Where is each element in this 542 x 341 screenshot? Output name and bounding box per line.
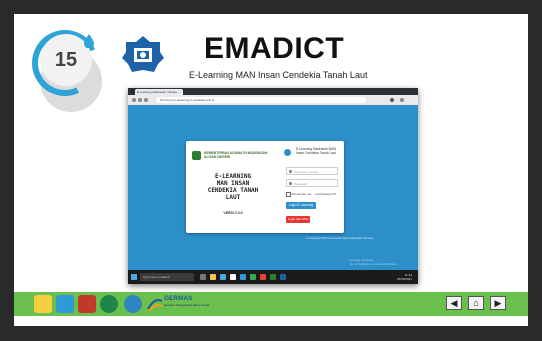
app-icon[interactable] (260, 274, 266, 280)
elearning-line: E-LEARNING (214, 173, 252, 180)
login-card: KEMENTERIAN AGAMA RI MADRASAH ALIYAH NEG… (186, 141, 344, 233)
username-field[interactable]: Username / email (286, 167, 338, 175)
activate-windows-watermark: Activate Windows Go to Settings to activ… (350, 258, 410, 266)
excel-icon[interactable] (270, 274, 276, 280)
next-slide-button[interactable]: ▶ (490, 296, 506, 310)
windows-start-icon[interactable] (131, 274, 137, 280)
forward-icon[interactable] (138, 98, 142, 102)
chrome-icon[interactable] (250, 274, 256, 280)
file-explorer-icon[interactable] (210, 274, 216, 280)
word-icon[interactable] (280, 274, 286, 280)
login-button[interactable]: Login E-Learning (286, 202, 316, 209)
germas-logo-icon (147, 299, 163, 312)
germas-subtitle: Gerakan Masyarakat Hidup Sehat (164, 303, 210, 307)
user-icon (289, 170, 292, 173)
bottom-logo-strip: GERMAS Gerakan Masyarakat Hidup Sehat ◀ … (14, 292, 528, 316)
elearning-line: CENDEKIA TANAH (207, 187, 259, 194)
ministry-text: KEMENTERIAN AGAMA RI MADRASAH ALIYAH NEG… (204, 151, 268, 159)
prev-arrow-icon: ◀ (450, 297, 458, 308)
prev-slide-button[interactable]: ◀ (446, 296, 462, 310)
login-header-text: E-Learning Madrasah MAN Insan Cendekia T… (295, 147, 337, 155)
login-card-brand: KEMENTERIAN AGAMA RI MADRASAH ALIYAH NEG… (186, 141, 278, 233)
login-form: E-Learning Madrasah MAN Insan Cendekia T… (284, 145, 342, 231)
username-placeholder: Username / email (294, 170, 318, 174)
browser-address-bar: Not secure | elearning.ic-tanahlaut.sch.… (128, 95, 418, 105)
slide-number: 15 (54, 48, 78, 71)
slide: 15 EMADICT E-Learning MAN Insan Cendekia… (14, 14, 528, 326)
taskbar-search[interactable]: Type here to search (140, 273, 194, 281)
madrasah-logo-icon (284, 149, 291, 156)
provincial-logo-icon (56, 295, 74, 313)
lock-icon (289, 182, 292, 185)
remember-checkbox[interactable] (286, 192, 291, 197)
system-clock[interactable]: 11:24 06/08/2021 (397, 273, 412, 281)
browser-screenshot: E-Learning Madrasah | Websi... Not secur… (128, 88, 418, 284)
sso-login-button[interactable]: Login dari SSO (286, 216, 310, 223)
home-button[interactable]: ⌂ (468, 296, 484, 310)
water-drop-icon (84, 34, 94, 48)
copyright-text: © Copyright 2020 Kementerian Agama Repub… (306, 237, 374, 240)
clock-date: 06/08/2021 (396, 277, 412, 281)
elearning-line: MAN INSAN (216, 180, 250, 187)
version-label: VERSI 2.0.0 (223, 211, 243, 215)
ministry-header: KEMENTERIAN AGAMA RI MADRASAH ALIYAH NEG… (192, 151, 274, 161)
profile-icon[interactable] (390, 98, 394, 102)
menu-icon[interactable] (400, 98, 404, 102)
home-icon: ⌂ (473, 298, 479, 308)
task-view-icon[interactable] (200, 274, 206, 280)
password-placeholder: Password (294, 182, 308, 186)
back-icon[interactable] (132, 98, 136, 102)
education-logo-icon (124, 295, 142, 313)
kemenag-logo-icon (100, 295, 118, 313)
elearning-title: E-LEARNING MAN INSAN CENDEKIA TANAH LAUT (196, 173, 270, 201)
remember-label: Remember me (291, 192, 312, 197)
remember-me[interactable]: Remember me (286, 192, 311, 197)
activate-sub: Go to Settings to activate Windows. (350, 262, 398, 266)
reload-icon[interactable] (144, 98, 148, 102)
elearning-line: LAUT (225, 194, 241, 201)
mail-icon[interactable] (230, 274, 236, 280)
browser-tab-bar: E-Learning Madrasah | Websi... (128, 88, 418, 95)
elearning-app: KEMENTERIAN AGAMA RI MADRASAH ALIYAH NEG… (128, 105, 418, 270)
lost-password-link[interactable]: Lost Password? (315, 192, 336, 196)
regional-logo-icon (34, 295, 52, 313)
edge-icon[interactable] (240, 274, 246, 280)
windows-taskbar: Type here to search 11:24 06/08/2021 (128, 270, 418, 284)
next-arrow-icon: ▶ (494, 297, 502, 308)
school-logo-icon (122, 36, 164, 72)
germas-label: GERMAS (164, 295, 193, 302)
password-field[interactable]: Password (286, 179, 338, 187)
url-field[interactable]: Not secure | elearning.ic-tanahlaut.sch.… (156, 97, 366, 103)
page-subtitle: E-Learning MAN Insan Cendekia Tanah Laut (189, 70, 368, 80)
police-logo-icon (78, 295, 96, 313)
page-title: EMADICT (204, 32, 345, 65)
store-icon[interactable] (220, 274, 226, 280)
ministry-logo-icon (192, 151, 201, 160)
